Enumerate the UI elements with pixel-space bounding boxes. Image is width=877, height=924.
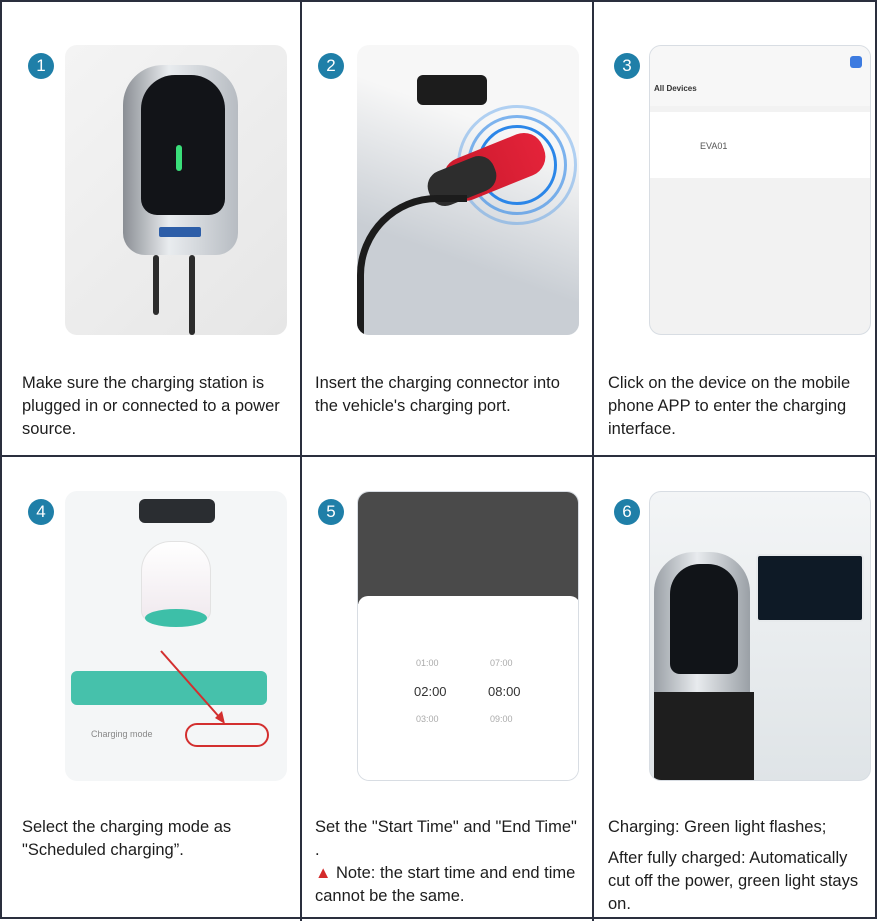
step-number-badge: 4 [28,499,54,525]
step-note: Note: the start time and end time cannot… [315,864,576,905]
device-row[interactable] [650,112,870,178]
divider-vertical-2 [592,2,594,921]
device-name: EVA01 [700,141,728,151]
end-time-prev: 07:00 [490,658,513,668]
step-caption: Insert the charging connector into the v… [315,374,560,415]
step-number-badge: 3 [614,53,640,79]
pointer-arrow-icon [160,650,225,724]
plug-in-connector-image [357,45,579,335]
charging-status-image [649,491,871,781]
end-time-value[interactable]: 08:00 [488,684,521,699]
step-number-badge: 2 [318,53,344,79]
warning-triangle-icon: ▲ [315,864,332,882]
step-number-badge: 6 [614,499,640,525]
step-caption-2: After fully charged: Automatically cut o… [608,849,859,913]
step-caption-block: Charging: Green light flashes; After ful… [608,816,870,924]
step-caption: Set the "Start Time" and "End Time" . [315,818,577,859]
start-time-prev: 01:00 [416,658,439,668]
step-caption: Make sure the charging station is plugge… [22,374,280,438]
divider-vertical-1 [300,2,302,921]
instruction-grid: 1 Make sure the charging station is plug… [0,0,877,921]
start-time-next: 03:00 [416,714,439,724]
end-time-next: 09:00 [490,714,513,724]
add-device-icon [850,56,862,68]
step-number-badge: 1 [28,53,54,79]
app-time-picker-screenshot: 01:00 07:00 02:00 08:00 03:00 09:00 [357,491,579,781]
divider-horizontal [2,455,877,457]
step-caption: Select the charging mode as "Scheduled c… [22,818,232,859]
start-time-value[interactable]: 02:00 [414,684,447,699]
step-caption: Charging: Green light flashes; [608,818,827,836]
app-charging-mode-screenshot: Charging mode [65,491,287,781]
step-number-badge: 5 [318,499,344,525]
app-list-title: All Devices [654,84,697,93]
wall-charger-image [65,45,287,335]
app-device-list-screenshot: All Devices EVA01 [649,45,871,335]
step-caption: Click on the device on the mobile phone … [608,374,851,438]
step-caption-block: Set the "Start Time" and "End Time" . ▲ … [315,816,577,908]
